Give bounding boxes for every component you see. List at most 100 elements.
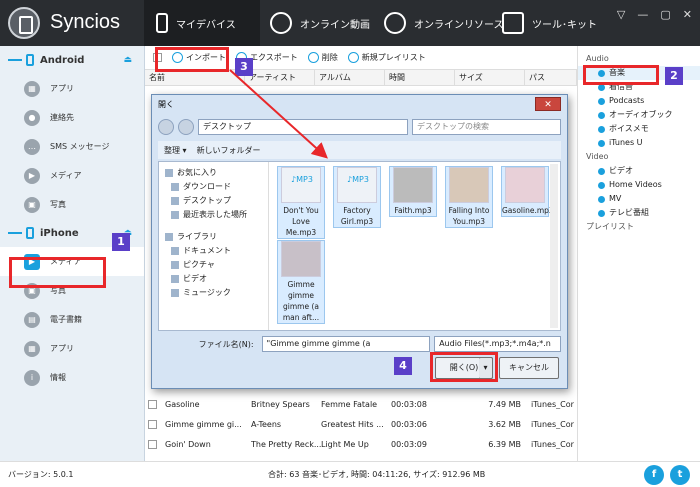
minimize-icon[interactable]: — [637, 8, 648, 21]
sidebar-item-android-media[interactable]: ▶ メディア [0, 161, 144, 190]
forward-icon[interactable] [178, 119, 194, 135]
search-input[interactable]: デスクトップの検索 [412, 119, 561, 135]
file-item[interactable]: Gimme gimme gimme (a man aft... [277, 240, 325, 324]
category-itunes-u[interactable]: iTunes U [578, 136, 700, 150]
cell-artist: A-Teens [251, 419, 282, 429]
sidebar-item-info[interactable]: i 情報 [0, 363, 144, 392]
row-checkbox[interactable] [148, 439, 157, 449]
category-mv[interactable]: MV [578, 192, 700, 206]
tree-item-recent[interactable]: 最近表示した場所 [159, 208, 268, 222]
tab-online-video[interactable]: オンライン動画 [270, 0, 380, 46]
cell-album: Femme Fatale [321, 399, 378, 409]
column-name[interactable]: 名前 [145, 70, 245, 85]
sidebar-item-label: アプリ [50, 344, 74, 353]
contact-icon: ● [24, 109, 40, 126]
column-time[interactable]: 時間 [385, 70, 455, 85]
tree-item-downloads[interactable]: ダウンロード [159, 180, 268, 194]
sidebar-item-iphone-photos[interactable]: ▣ 写真 [0, 276, 144, 305]
sidebar-item-android-apps[interactable]: ▦ アプリ [0, 74, 144, 103]
sidebar-item-ebooks[interactable]: ▤ 電子書籍 [0, 305, 144, 334]
file-item[interactable]: Faith.mp3 [389, 166, 437, 217]
filename-input[interactable]: "Gimme gimme gimme (a [261, 336, 431, 352]
eject-icon[interactable]: ⏏ [123, 55, 132, 65]
table-row[interactable]: Gimme gimme gi... A-Teens Greatest Hits … [145, 414, 577, 434]
address-bar: デスクトップ デスクトップの検索 [158, 117, 561, 137]
file-item[interactable]: ♪MP3 Factory Girl.mp3 [333, 166, 381, 228]
cell-album: Light Me Up [321, 439, 369, 449]
file-item[interactable]: ♪MP3 Don't You Love Me.mp3 [277, 166, 325, 239]
device-android[interactable]: Android ⏏ [0, 46, 144, 74]
row-checkbox[interactable] [148, 419, 157, 429]
menu-icon[interactable]: ▽ [617, 8, 625, 21]
column-artist[interactable]: アーティスト [245, 70, 315, 85]
phone-icon [156, 13, 168, 33]
star-icon [165, 169, 173, 177]
cancel-button[interactable]: キャンセル [499, 357, 559, 379]
file-item[interactable]: Gasoline.mp3 [501, 166, 554, 217]
tree-item-libraries[interactable]: ライブラリ [159, 230, 268, 244]
tree-item-videos[interactable]: ビデオ [159, 272, 268, 286]
address-field[interactable]: デスクトップ [198, 119, 408, 135]
filename-label: ファイル名(N): [198, 339, 254, 349]
tree-item-favorites[interactable]: お気に入り [159, 166, 268, 180]
category-label: iTunes U [609, 138, 643, 147]
tree-item-documents[interactable]: ドキュメント [159, 244, 268, 258]
maximize-icon[interactable]: ▢ [660, 8, 670, 21]
select-all-checkbox[interactable] [153, 53, 162, 62]
tab-label: オンライン動画 [300, 19, 370, 31]
facebook-icon[interactable]: f [644, 465, 664, 485]
back-icon[interactable] [158, 119, 174, 135]
sidebar: Android ⏏ ▦ アプリ ● 連絡先 … SMS メッセージ ▶ メディア ▣ 写真… [0, 46, 145, 461]
mv-icon [598, 195, 605, 203]
top-bar: Syncios マイデバイス オンライン動画 オンラインリソース ツール･キット… [0, 0, 700, 46]
row-checkbox[interactable] [148, 399, 157, 409]
column-album[interactable]: アルバム [315, 70, 385, 85]
category-audiobooks[interactable]: オーディオブック [578, 108, 700, 122]
tree-item-desktop[interactable]: デスクトップ [159, 194, 268, 208]
file-type-select[interactable]: Audio Files(*.mp3;*.m4a;*.n [434, 336, 562, 352]
tab-toolkit[interactable]: ツール･キット [502, 0, 612, 46]
file-item[interactable]: Falling Into You.mp3 [445, 166, 493, 228]
column-size[interactable]: サイズ [455, 70, 525, 85]
sidebar-item-android-photos[interactable]: ▣ 写真 [0, 190, 144, 219]
category-tv-shows[interactable]: テレビ番組 [578, 206, 700, 220]
new-folder-button[interactable]: 新しいフォルダー [197, 145, 261, 156]
category-label: Home Videos [609, 180, 662, 189]
sidebar-item-label: メディア [50, 257, 82, 266]
sidebar-item-sms[interactable]: … SMS メッセージ [0, 132, 144, 161]
cell-time: 00:03:08 [391, 399, 427, 409]
category-videos[interactable]: ビデオ [578, 164, 700, 178]
category-home-videos[interactable]: Home Videos [578, 178, 700, 192]
dialog-close-button[interactable]: ✕ [535, 97, 561, 111]
tree-item-pictures[interactable]: ピクチャ [159, 258, 268, 272]
tree-item-music[interactable]: ミュージック [159, 286, 268, 300]
column-path[interactable]: パス [525, 70, 577, 85]
twitter-icon[interactable]: t [670, 465, 690, 485]
table-row[interactable]: Goin' Down The Pretty Reck... Light Me U… [145, 434, 577, 454]
sidebar-item-label: メディア [50, 171, 82, 180]
sidebar-item-contacts[interactable]: ● 連絡先 [0, 103, 144, 132]
category-voice-memos[interactable]: ボイスメモ [578, 122, 700, 136]
file-grid-scrollbar[interactable] [550, 164, 558, 328]
info-icon: i [24, 369, 40, 386]
cell-path: iTunes_Cor [531, 419, 574, 429]
sidebar-item-iphone-apps[interactable]: ▦ アプリ [0, 334, 144, 363]
tree-label: ピクチャ [183, 260, 215, 269]
open-dropdown-icon[interactable]: ▾ [479, 357, 493, 379]
new-playlist-button[interactable]: 新規プレイリスト [347, 52, 426, 63]
section-playlists[interactable]: プレイリスト [578, 220, 700, 234]
tab-my-devices[interactable]: マイデバイス [144, 0, 260, 46]
close-icon[interactable]: ✕ [683, 8, 692, 21]
sidebar-item-label: SMS メッセージ [50, 142, 110, 151]
tab-online-resources[interactable]: オンラインリソース [384, 0, 504, 46]
organize-button[interactable]: 整理 ▾ [164, 145, 187, 156]
delete-button[interactable]: 削除 [307, 52, 338, 63]
category-podcasts[interactable]: Podcasts [578, 94, 700, 108]
table-row[interactable]: Gasoline Britney Spears Femme Fatale 00:… [145, 394, 577, 414]
sidebar-item-iphone-media[interactable]: ▶ メディア [0, 247, 144, 276]
sidebar-item-label: アプリ [50, 84, 74, 93]
tree-label: ミュージック [183, 288, 231, 297]
divider [8, 59, 22, 61]
import-button[interactable]: インポート [172, 52, 226, 63]
video-icon [171, 275, 179, 283]
